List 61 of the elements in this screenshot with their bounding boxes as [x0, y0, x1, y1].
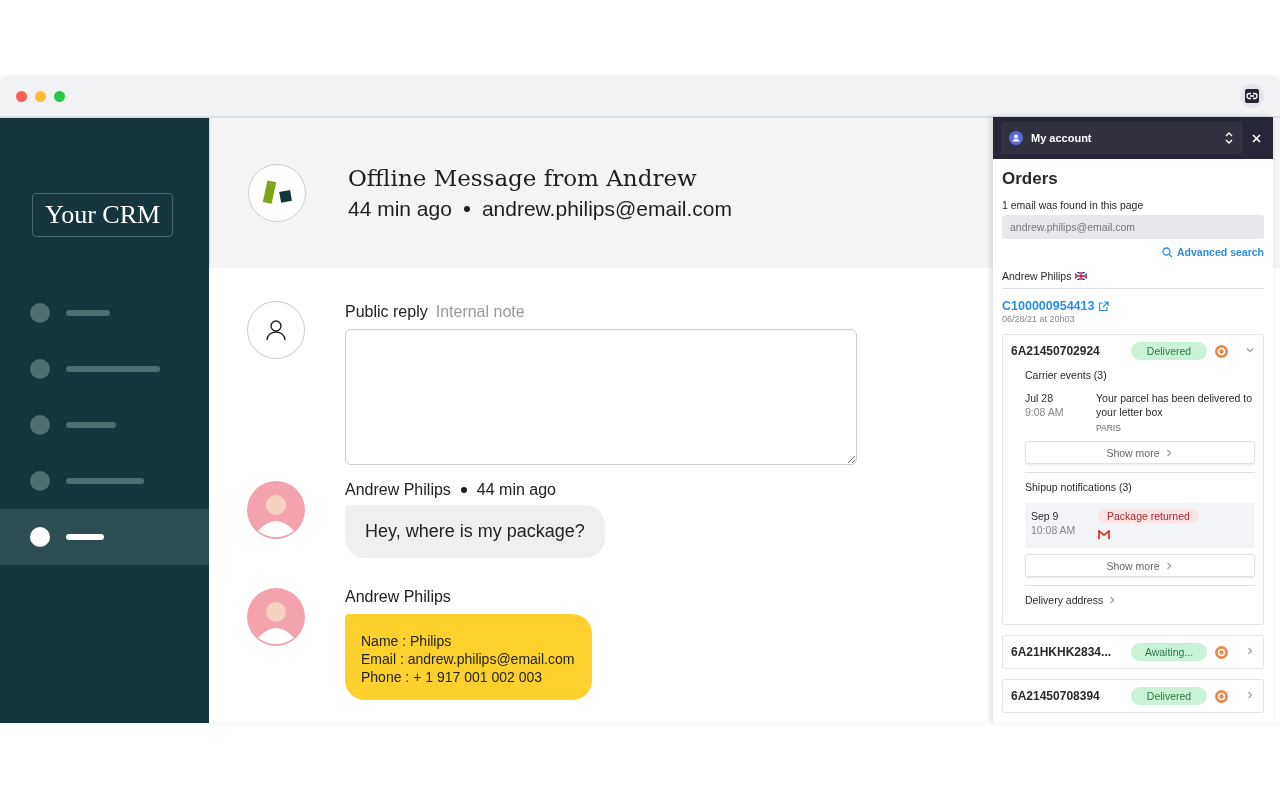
carrier-icon	[1215, 689, 1228, 703]
shipment-card[interactable]: 6A21450708394 Delivered	[1002, 679, 1264, 713]
chevron-icon[interactable]	[1245, 690, 1255, 700]
advanced-search-link[interactable]: Advanced search	[1162, 246, 1264, 258]
show-more-button[interactable]: Show more	[1025, 441, 1255, 464]
reply-tab[interactable]: Public reply	[345, 303, 428, 321]
message-text: Hey, where is my package?	[365, 521, 585, 542]
nav-item[interactable]	[0, 509, 209, 565]
crm-logo: Your CRM	[32, 193, 174, 237]
event-time: 9:08 AM	[1025, 405, 1065, 419]
carrier-icon	[1215, 344, 1228, 358]
carrier-icon	[1215, 645, 1228, 659]
mail-icon	[1098, 530, 1110, 539]
message-time: 44 min ago	[476, 481, 556, 499]
flag-icon	[1075, 272, 1088, 280]
close-dot-icon[interactable]	[16, 90, 27, 102]
status-tag: Package returned	[1098, 509, 1199, 523]
chevron-icon[interactable]	[1245, 345, 1255, 355]
message-text: Phone : + 1 917 001 002 003	[361, 668, 543, 686]
event-time: 10:08 AM	[1031, 523, 1077, 537]
avatar-placeholder	[247, 588, 305, 646]
show-more-button[interactable]: Show more	[1025, 554, 1255, 577]
minimize-dot-icon[interactable]	[35, 90, 46, 102]
found-text: 1 email was found in this page	[1002, 199, 1145, 211]
section-title: Carrier events (3)	[1025, 369, 1108, 381]
tracking-number: 6A21HKHK2834...	[1011, 645, 1113, 659]
event-place: PARIS	[1096, 422, 1122, 435]
tracking-number: 6A21450708394	[1011, 689, 1101, 703]
event-text: Your parcel has been delivered to your letter box	[1096, 391, 1254, 419]
up-down-icon	[1224, 131, 1234, 145]
ticket-title: Offline Message from Andrew	[348, 165, 698, 191]
event-date: Sep 9	[1031, 509, 1060, 523]
section-title: Shipup notifications (3)	[1025, 481, 1133, 493]
message-text: Email : andrew.philips@email.com	[361, 650, 576, 668]
message-text: Name : Philips	[361, 632, 453, 650]
panel-title: Orders	[1002, 169, 1059, 189]
reply-field[interactable]	[345, 329, 857, 465]
status-badge: Delivered	[1131, 687, 1207, 705]
author-name: Andrew Philips	[345, 588, 451, 606]
email-field[interactable]: andrew.philips@email.com	[1002, 215, 1264, 239]
status-badge: Delivered	[1131, 342, 1207, 360]
user-icon	[1009, 131, 1023, 145]
ticket-time: 44 min ago	[348, 197, 452, 221]
extension-icon[interactable]	[1240, 84, 1264, 108]
customer-name: Andrew Philips	[1002, 270, 1072, 282]
order-number-link[interactable]: C100000954413	[1002, 299, 1264, 313]
account-select[interactable]: My account	[1001, 122, 1242, 154]
avatar-placeholder	[247, 481, 305, 539]
status-badge: Awaiting...	[1131, 643, 1207, 661]
order-date: 06/28/21 at 20h03	[1002, 314, 1076, 324]
external-link-icon	[1098, 300, 1110, 312]
tracking-number: 6A21450702924	[1011, 344, 1101, 358]
search-icon	[1162, 246, 1174, 258]
maximize-dot-icon[interactable]	[54, 90, 65, 102]
shipment-card[interactable]	[1002, 334, 1264, 625]
ticket-email: andrew.philips@email.com	[481, 197, 732, 221]
shipment-card[interactable]: 6A21HKHK2834... Awaiting...	[1002, 635, 1264, 669]
event-date: Jul 28	[1025, 391, 1055, 405]
author-name: Andrew Philips	[345, 481, 451, 499]
delivery-address-link[interactable]: Delivery address	[1025, 594, 1118, 606]
chevron-icon[interactable]	[1245, 646, 1255, 656]
